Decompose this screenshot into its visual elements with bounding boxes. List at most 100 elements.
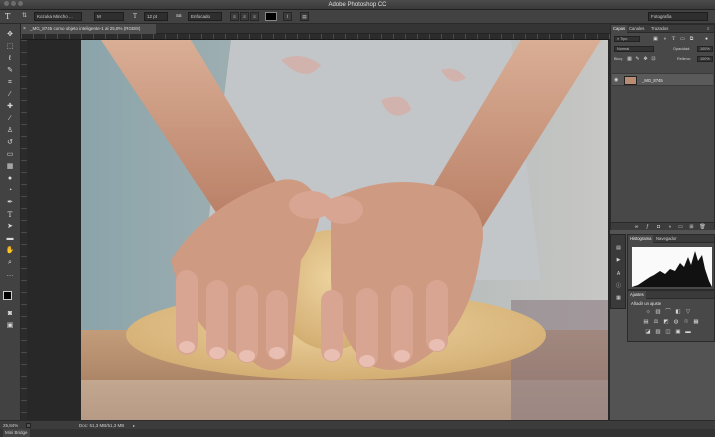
zoom-tool-icon[interactable]: ⌕ (3, 258, 17, 268)
quick-select-tool-icon[interactable]: ✎ (3, 66, 17, 76)
warp-text-button[interactable]: ⌇ (283, 12, 292, 21)
gradient-tool-icon[interactable]: ▦ (3, 162, 17, 172)
font-family-select[interactable]: Kozuka Mincho ... (34, 12, 82, 21)
font-style-select[interactable]: M (94, 12, 124, 21)
lock-position-icon[interactable]: ✥ (642, 56, 649, 62)
channel-mixer-icon[interactable]: ♲ (682, 319, 690, 326)
new-adjustment-icon[interactable]: ◑ (666, 224, 673, 230)
layers-panel-tabs: Capas Canales Trazados ≡ (611, 25, 714, 33)
layer-style-icon[interactable]: ƒ (644, 224, 651, 230)
tab-ajustes[interactable]: Ajustes (628, 291, 646, 299)
text-orientation-icon[interactable]: ⇅ (22, 12, 31, 21)
black-white-icon[interactable]: ◩ (662, 319, 670, 326)
workspace-select[interactable]: Fotografía (648, 12, 708, 21)
layer-filter-select[interactable]: ⌕ Tipo (614, 36, 640, 42)
brush-tool-icon[interactable]: ∕ (3, 114, 17, 124)
antialias-select[interactable]: Enfocado (188, 12, 222, 21)
posterize-icon[interactable]: ▨ (654, 329, 662, 336)
blend-mode-select[interactable]: Normal (614, 46, 654, 52)
add-adjustment-title: Añadir un ajuste (631, 301, 662, 306)
trash-icon[interactable]: 🗑 (699, 224, 706, 230)
add-mask-icon[interactable]: ◘ (655, 224, 662, 230)
tab-capas[interactable]: Capas (611, 25, 628, 33)
threshold-icon[interactable]: ◫ (664, 329, 672, 336)
font-size-select[interactable]: 12 pt (144, 12, 168, 21)
document-tab[interactable]: × _MG_8745 como objeto inteligente-1 al … (21, 24, 156, 34)
levels-icon[interactable]: ▥ (654, 309, 662, 316)
move-tool-icon[interactable]: ✥ (3, 30, 17, 40)
filter-smartobject-icon[interactable]: ⧉ (688, 36, 695, 42)
curves-icon[interactable]: ⌒ (664, 309, 672, 316)
exposure-icon[interactable]: ◧ (674, 309, 682, 316)
antialias-icon: aa (176, 13, 182, 19)
filter-shape-icon[interactable]: ▭ (679, 36, 686, 42)
eye-icon[interactable]: ◉ (614, 77, 618, 83)
history-panel-icon[interactable]: ▤ (615, 245, 622, 251)
pen-tool-icon[interactable]: ✒ (3, 198, 17, 208)
opacity-field[interactable]: 100% (697, 46, 713, 52)
healing-brush-tool-icon[interactable]: ✚ (3, 102, 17, 112)
close-tab-icon[interactable]: × (23, 24, 26, 34)
align-right-button[interactable]: ≡ (250, 12, 259, 21)
selective-color-icon[interactable]: ▣ (674, 329, 682, 336)
link-layers-icon[interactable]: ∞ (633, 224, 640, 230)
tab-navegador[interactable]: Navegador (654, 235, 679, 243)
lock-label: Bloq: (614, 57, 623, 61)
blur-tool-icon[interactable]: ● (3, 174, 17, 184)
type-tool-icon[interactable]: T (5, 11, 17, 22)
mini-bridge-tab[interactable]: Mini Bridge (3, 429, 30, 437)
hand-tool-icon[interactable]: ✋ (3, 246, 17, 256)
filter-toggle-icon[interactable]: ● (703, 36, 710, 42)
tab-canales[interactable]: Canales (627, 25, 646, 33)
eyedropper-tool-icon[interactable]: ⁄ (3, 90, 17, 100)
share-icon[interactable] (26, 423, 31, 428)
crop-tool-icon[interactable]: ⌗ (3, 78, 17, 88)
text-color-swatch[interactable] (265, 12, 277, 21)
color-balance-icon[interactable]: ⚖ (652, 319, 660, 326)
character-panel-icon[interactable]: A (615, 271, 622, 277)
gradient-map-icon[interactable]: ▬ (684, 329, 692, 336)
tab-histograma[interactable]: Histograma (628, 235, 654, 243)
panel-menu-icon[interactable]: ≡ (705, 25, 711, 33)
marquee-tool-icon[interactable]: ⬚ (3, 42, 17, 52)
layer-name[interactable]: _MG_8745 (642, 74, 663, 87)
lock-transparency-icon[interactable]: ▦ (626, 56, 633, 62)
tab-trazados[interactable]: Trazados (649, 25, 670, 33)
layer-row[interactable]: ◉ _MG_8745 (612, 73, 713, 86)
properties-panel-icon[interactable]: ▦ (615, 295, 622, 301)
rectangle-tool-icon[interactable]: ▬ (3, 234, 17, 244)
invert-icon[interactable]: ◪ (644, 329, 652, 336)
layers-panel: Capas Canales Trazados ≡ ⌕ Tipo ▣ ◑ T ▭ … (610, 24, 715, 230)
quick-mask-icon[interactable]: ◙ (3, 309, 17, 319)
fill-field[interactable]: 100% (697, 56, 713, 62)
actions-panel-icon[interactable]: ▶ (615, 257, 622, 263)
lock-pixels-icon[interactable]: ✎ (634, 56, 641, 62)
filter-pixel-icon[interactable]: ▣ (652, 36, 659, 42)
type-tool-icon[interactable]: T (3, 210, 17, 220)
screen-mode-icon[interactable]: ▣ (3, 321, 17, 331)
window-controls[interactable] (4, 0, 23, 10)
history-brush-tool-icon[interactable]: ↺ (3, 138, 17, 148)
color-lookup-icon[interactable]: ▦ (692, 319, 700, 326)
photo-filter-icon[interactable]: ◍ (672, 319, 680, 326)
eraser-tool-icon[interactable]: ▭ (3, 150, 17, 160)
lasso-tool-icon[interactable]: ℓ (3, 54, 17, 64)
new-group-icon[interactable]: ▭ (677, 224, 684, 230)
hue-saturation-icon[interactable]: ▤ (642, 319, 650, 326)
clone-stamp-tool-icon[interactable]: ♙ (3, 126, 17, 136)
vibrance-icon[interactable]: ▽ (684, 309, 692, 316)
filter-adjustment-icon[interactable]: ◑ (661, 36, 668, 42)
brightness-contrast-icon[interactable]: ☼ (644, 309, 652, 316)
filter-type-icon[interactable]: T (670, 36, 677, 42)
align-left-button[interactable]: ≡ (230, 12, 239, 21)
path-selection-tool-icon[interactable]: ➤ (3, 222, 17, 232)
dodge-tool-icon[interactable]: ◔ (3, 186, 17, 196)
info-panel-icon[interactable]: ⓘ (615, 283, 622, 289)
edit-toolbar-icon[interactable]: … (3, 270, 17, 280)
align-center-button[interactable]: ≡ (240, 12, 249, 21)
new-layer-icon[interactable]: ⊞ (688, 224, 695, 230)
foreground-color-swatch[interactable] (3, 291, 12, 300)
character-panel-button[interactable]: ▤ (300, 12, 309, 21)
document-canvas[interactable] (81, 40, 608, 420)
lock-all-icon[interactable]: ⊡ (650, 56, 657, 62)
